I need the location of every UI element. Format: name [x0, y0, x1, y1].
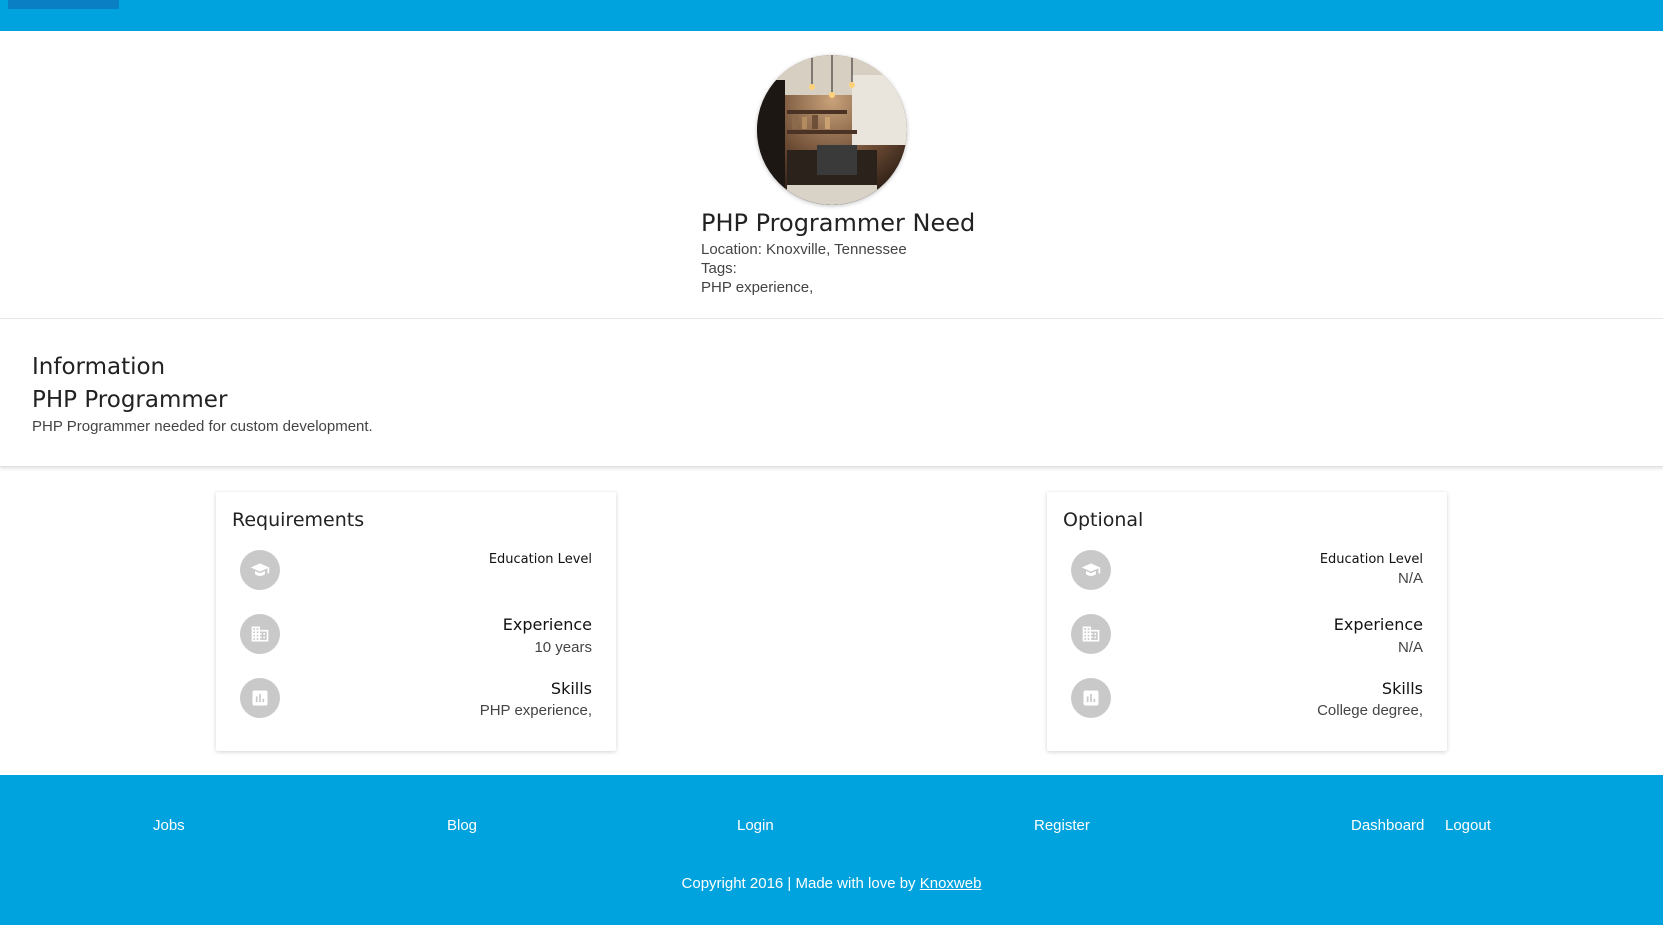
experience-value: N/A	[1397, 639, 1423, 656]
optional-skills-row: Skills College degree,	[1047, 678, 1447, 738]
requirement-experience-row: Experience 10 years	[216, 614, 616, 674]
job-header: PHP Programmer Need Location: Knoxville,…	[0, 31, 1663, 319]
footer-link-register[interactable]: Register	[1034, 816, 1090, 836]
experience-label: Experience	[1333, 615, 1423, 634]
skills-value: PHP experience,	[479, 702, 592, 719]
cafe-photo-icon	[757, 55, 907, 205]
tags-list: PHP experience,	[701, 279, 814, 296]
bar-chart-icon	[1071, 678, 1111, 718]
requirements-title: Requirements	[232, 509, 365, 531]
job-description: PHP Programmer needed for custom develop…	[32, 418, 373, 435]
tags-label: Tags:	[701, 260, 737, 277]
building-icon	[240, 614, 280, 654]
job-location: Location: Knoxville, Tennessee	[701, 241, 907, 258]
building-icon	[1071, 614, 1111, 654]
footer-link-logout[interactable]: Logout	[1445, 816, 1491, 836]
job-summary: PHP Programmer Need Location: Knoxville,…	[701, 206, 975, 297]
copyright-prefix: Copyright 2016 | Made with love by	[681, 875, 920, 892]
footer-link-blog[interactable]: Blog	[447, 816, 477, 836]
footer-link-login[interactable]: Login	[737, 816, 774, 836]
optional-title: Optional	[1063, 509, 1144, 531]
education-level-value: N/A	[1397, 570, 1423, 587]
graduation-cap-icon	[240, 550, 280, 590]
site-footer: Jobs Blog Login Register Dashboard Logou…	[0, 775, 1663, 925]
top-nav-bar	[0, 0, 1663, 31]
information-heading: Information	[32, 354, 166, 380]
skills-label: Skills	[1381, 679, 1423, 698]
job-avatar-image	[757, 55, 907, 205]
experience-value: 10 years	[534, 639, 592, 656]
optional-card: Optional Education Level N/A Experience …	[1047, 492, 1447, 751]
education-level-label: Education Level	[1319, 552, 1423, 567]
optional-education-row: Education Level N/A	[1047, 550, 1447, 610]
skills-value: College degree,	[1317, 702, 1423, 719]
requirement-education-row: Education Level	[216, 550, 616, 610]
active-nav-tab-indicator[interactable]	[8, 0, 119, 9]
graduation-cap-icon	[1071, 550, 1111, 590]
requirements-card: Requirements Education Level Experience …	[216, 492, 616, 751]
bar-chart-icon	[240, 678, 280, 718]
requirement-skills-row: Skills PHP experience,	[216, 678, 616, 738]
job-position-title: PHP Programmer	[32, 387, 228, 413]
skills-label: Skills	[550, 679, 592, 698]
footer-link-dashboard[interactable]: Dashboard	[1351, 816, 1424, 836]
copyright-text: Copyright 2016 | Made with love by Knoxw…	[0, 874, 1663, 894]
experience-label: Experience	[502, 615, 592, 634]
information-section: Information PHP Programmer PHP Programme…	[0, 319, 1663, 467]
optional-experience-row: Experience N/A	[1047, 614, 1447, 674]
job-title: PHP Programmer Need	[701, 209, 976, 237]
education-level-label: Education Level	[488, 552, 592, 567]
knoxweb-link[interactable]: Knoxweb	[920, 875, 982, 892]
footer-link-jobs[interactable]: Jobs	[153, 816, 185, 836]
